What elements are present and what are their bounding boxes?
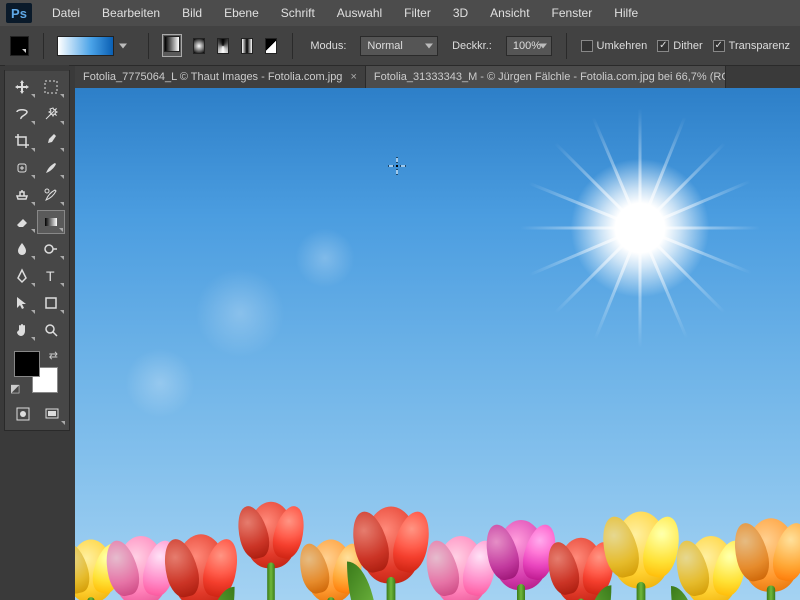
checkbox-icon: [581, 40, 593, 52]
crop-tool[interactable]: [8, 129, 36, 153]
swap-colors-icon[interactable]: ⇄: [49, 349, 58, 362]
color-swatches: ⇄ ◩: [8, 349, 66, 393]
menu-filter[interactable]: Filter: [394, 2, 441, 24]
tulip-image: [435, 536, 487, 600]
tulip-image: [612, 512, 669, 589]
separator: [566, 33, 567, 59]
document-tabs: Fotolia_7775064_L © Thaut Images - Fotol…: [75, 66, 800, 88]
checkbox-icon: ✓: [657, 40, 669, 52]
blur-tool[interactable]: [8, 237, 36, 261]
default-colors-icon[interactable]: ◩: [10, 382, 20, 395]
gradient-type-diamond[interactable]: [265, 38, 277, 54]
dither-label: Dither: [673, 40, 702, 52]
brush-tool[interactable]: [37, 156, 65, 180]
menu-schrift[interactable]: Schrift: [271, 2, 325, 24]
tulip-image: [362, 507, 419, 584]
gradient-type-angle[interactable]: [217, 38, 229, 54]
menu-auswahl[interactable]: Auswahl: [327, 2, 392, 24]
dodge-tool[interactable]: [37, 237, 65, 261]
tulip-image: [246, 502, 295, 569]
blend-mode-dropdown[interactable]: Normal: [360, 36, 438, 56]
quickmask-tool[interactable]: [9, 402, 37, 426]
separator: [292, 33, 293, 59]
tulip-image: [174, 534, 229, 600]
gradient-tool[interactable]: [37, 210, 65, 234]
pen-tool[interactable]: [8, 264, 36, 288]
lens-flare: [195, 268, 285, 358]
path-selection-tool[interactable]: [8, 291, 36, 315]
dither-checkbox[interactable]: ✓ Dither: [657, 40, 702, 52]
separator: [148, 33, 149, 59]
reverse-label: Umkehren: [597, 40, 648, 52]
gradient-type-linear[interactable]: [162, 34, 182, 57]
tab-label: Fotolia_7775064_L © Thaut Images - Fotol…: [83, 71, 342, 83]
hand-tool[interactable]: [8, 318, 36, 342]
eyedropper-tool[interactable]: [37, 129, 65, 153]
gradient-type-reflected[interactable]: [241, 38, 253, 54]
menu-bearbeiten[interactable]: Bearbeiten: [92, 2, 170, 24]
tulip-image: [115, 536, 167, 600]
toolbox: T ⇄ ◩: [4, 70, 70, 431]
eraser-tool[interactable]: [8, 210, 36, 234]
opacity-label: Deckkr.:: [452, 40, 492, 52]
reverse-checkbox[interactable]: Umkehren: [581, 40, 648, 52]
tulip-image: [556, 538, 605, 600]
gradient-type-radial[interactable]: [193, 38, 205, 54]
menu-ansicht[interactable]: Ansicht: [480, 2, 539, 24]
menu-bild[interactable]: Bild: [172, 2, 212, 24]
tulip-image: [744, 518, 799, 592]
menu-datei[interactable]: Datei: [42, 2, 90, 24]
canvas[interactable]: [75, 88, 800, 600]
menu-hilfe[interactable]: Hilfe: [604, 2, 648, 24]
menu-fenster[interactable]: Fenster: [542, 2, 603, 24]
menubar: Ps Datei Bearbeiten Bild Ebene Schrift A…: [0, 0, 800, 26]
transparency-checkbox[interactable]: ✓ Transparenz: [713, 40, 790, 52]
menu-3d[interactable]: 3D: [443, 2, 478, 24]
close-icon[interactable]: ×: [350, 71, 356, 83]
clone-stamp-tool[interactable]: [8, 183, 36, 207]
transparency-label: Transparenz: [729, 40, 790, 52]
sun: [570, 158, 710, 298]
gradient-picker[interactable]: [57, 36, 114, 56]
shape-tool[interactable]: [37, 291, 65, 315]
screen-mode-tool[interactable]: [38, 402, 66, 426]
lasso-tool[interactable]: [8, 102, 36, 126]
type-tool[interactable]: T: [37, 264, 65, 288]
healing-brush-tool[interactable]: [8, 156, 36, 180]
menu-ebene[interactable]: Ebene: [214, 2, 269, 24]
magic-wand-tool[interactable]: [37, 102, 65, 126]
checkbox-icon: ✓: [713, 40, 725, 52]
marquee-tool[interactable]: [37, 75, 65, 99]
tulip-image: [495, 520, 547, 590]
move-tool[interactable]: [8, 75, 36, 99]
app-logo: Ps: [6, 3, 32, 23]
separator: [43, 33, 44, 59]
options-bar: Modus: Normal Deckkr.: 100% Umkehren ✓ D…: [0, 26, 800, 66]
mode-label: Modus:: [310, 40, 346, 52]
document-tab[interactable]: Fotolia_31333343_M - © Jürgen Fälchle - …: [366, 66, 726, 88]
svg-text:T: T: [46, 268, 55, 284]
lens-flare: [125, 348, 195, 418]
foreground-color[interactable]: [14, 351, 40, 377]
lens-flare: [295, 228, 355, 288]
tab-label: Fotolia_31333343_M - © Jürgen Fälchle - …: [374, 71, 726, 83]
tulip-image: [685, 536, 737, 600]
document-tab[interactable]: Fotolia_7775064_L © Thaut Images - Fotol…: [75, 66, 366, 88]
opacity-dropdown[interactable]: 100%: [506, 36, 552, 56]
zoom-tool[interactable]: [37, 318, 65, 342]
history-brush-tool[interactable]: [37, 183, 65, 207]
tool-preset-picker[interactable]: [10, 36, 29, 56]
